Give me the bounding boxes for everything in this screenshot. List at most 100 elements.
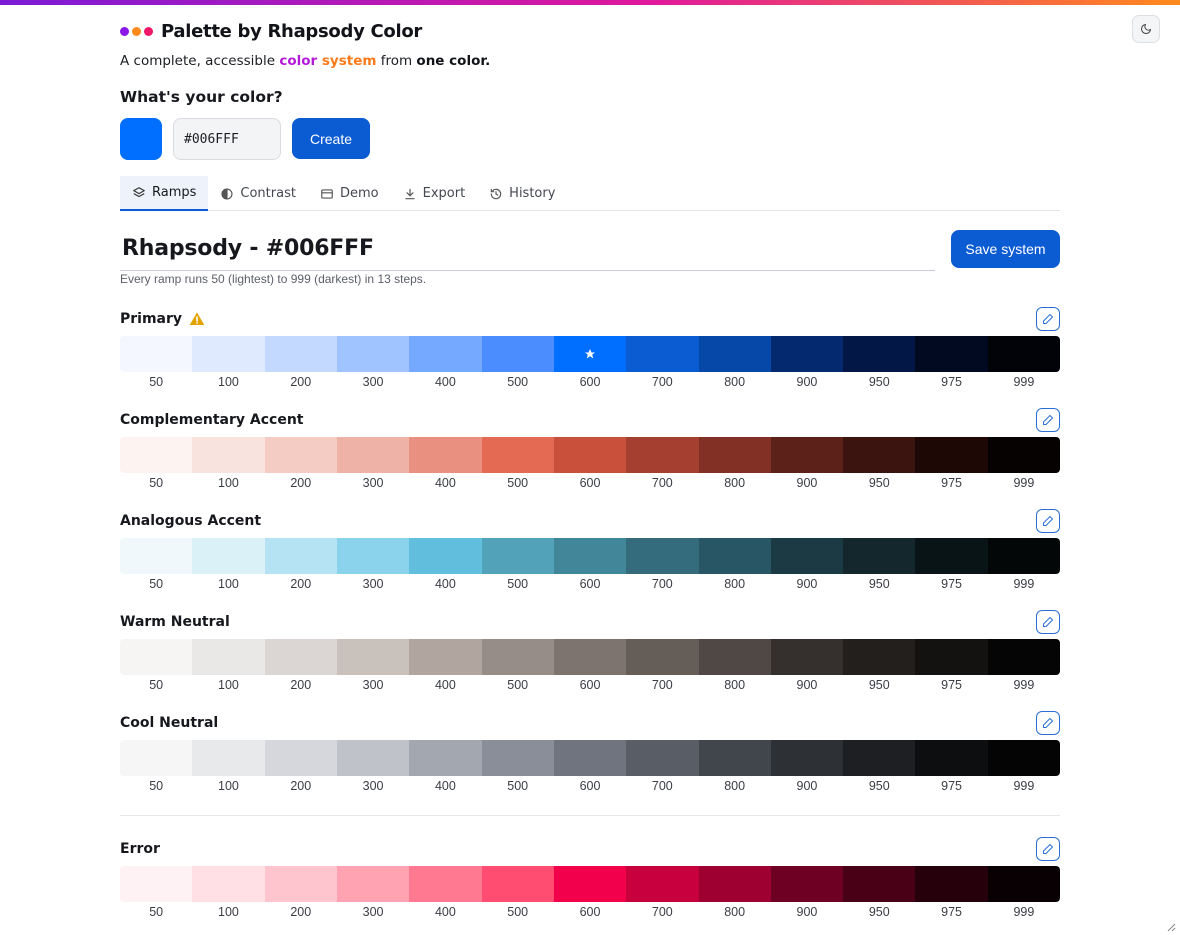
tab-history[interactable]: History (477, 176, 567, 211)
color-swatch-500[interactable] (481, 866, 554, 902)
color-swatch-500[interactable] (481, 437, 554, 473)
color-swatch-950[interactable] (843, 336, 916, 372)
color-swatch-800[interactable] (698, 538, 771, 574)
color-swatch-975[interactable] (915, 639, 988, 675)
color-swatch-950[interactable] (843, 538, 916, 574)
color-swatch-600[interactable] (553, 866, 627, 902)
edit-ramp-button[interactable] (1036, 408, 1060, 432)
color-swatch-900[interactable] (770, 866, 844, 902)
color-swatch-700[interactable] (626, 538, 699, 574)
tab-contrast[interactable]: Contrast (208, 176, 308, 211)
color-swatch-button[interactable] (120, 118, 162, 160)
color-swatch-200[interactable] (264, 740, 337, 776)
color-swatch-800[interactable] (698, 740, 771, 776)
color-swatch-600[interactable] (553, 639, 627, 675)
color-swatch-200[interactable] (264, 336, 337, 372)
color-swatch-50[interactable] (120, 538, 193, 574)
warning-icon[interactable] (189, 311, 205, 327)
color-swatch-975[interactable] (915, 866, 988, 902)
color-swatch-600[interactable] (553, 538, 627, 574)
color-swatch-999[interactable] (987, 639, 1060, 675)
brand[interactable]: Palette by Rhapsody Color (120, 19, 422, 43)
color-swatch-500[interactable] (481, 538, 554, 574)
color-swatch-700[interactable] (626, 336, 699, 372)
color-swatch-400[interactable] (409, 538, 482, 574)
hex-input[interactable] (173, 118, 281, 160)
color-swatch-950[interactable] (843, 437, 916, 473)
color-swatch-999[interactable] (987, 437, 1060, 473)
system-name[interactable]: Rhapsody - #006FFF (120, 230, 935, 268)
color-swatch-100[interactable] (192, 336, 265, 372)
color-swatch-500[interactable] (481, 740, 554, 776)
edit-ramp-button[interactable] (1036, 610, 1060, 634)
system-name-field[interactable]: Rhapsody - #006FFF (120, 230, 935, 271)
color-swatch-800[interactable] (698, 437, 771, 473)
color-swatch-50[interactable] (120, 639, 193, 675)
color-swatch-600[interactable] (553, 740, 627, 776)
theme-toggle-button[interactable] (1132, 15, 1160, 43)
color-swatch-50[interactable] (120, 740, 193, 776)
edit-ramp-button[interactable] (1036, 307, 1060, 331)
color-swatch-700[interactable] (626, 639, 699, 675)
edit-ramp-button[interactable] (1036, 509, 1060, 533)
color-swatch-950[interactable] (843, 740, 916, 776)
color-swatch-800[interactable] (698, 866, 771, 902)
color-swatch-999[interactable] (987, 538, 1060, 574)
color-swatch-200[interactable] (264, 538, 337, 574)
step-labels: 50 100 200 300 400 500 600 700 800 900 950 975 999 (120, 779, 1060, 793)
color-swatch-100[interactable] (192, 740, 265, 776)
color-swatch-975[interactable] (915, 740, 988, 776)
tab-export[interactable]: Export (391, 176, 478, 211)
color-swatch-300[interactable] (336, 538, 410, 574)
color-swatch-200[interactable] (264, 639, 337, 675)
color-swatch-700[interactable] (626, 437, 699, 473)
color-swatch-400[interactable] (409, 740, 482, 776)
color-swatch-600[interactable] (553, 336, 627, 372)
color-swatch-900[interactable] (770, 740, 844, 776)
color-swatch-500[interactable] (481, 639, 554, 675)
color-swatch-600[interactable] (553, 437, 627, 473)
color-swatch-975[interactable] (915, 538, 988, 574)
color-swatch-975[interactable] (915, 437, 988, 473)
color-swatch-900[interactable] (770, 639, 844, 675)
color-swatch-50[interactable] (120, 437, 193, 473)
color-swatch-700[interactable] (626, 866, 699, 902)
save-system-button[interactable]: Save system (951, 230, 1060, 268)
color-swatch-400[interactable] (409, 336, 482, 372)
color-swatch-100[interactable] (192, 538, 265, 574)
color-swatch-100[interactable] (192, 866, 265, 902)
color-swatch-300[interactable] (336, 866, 410, 902)
color-swatch-200[interactable] (264, 437, 337, 473)
color-swatch-950[interactable] (843, 866, 916, 902)
tab-ramps[interactable]: Ramps (120, 176, 209, 211)
color-swatch-300[interactable] (336, 740, 410, 776)
color-swatch-999[interactable] (987, 336, 1060, 372)
color-swatch-400[interactable] (409, 639, 482, 675)
color-swatch-50[interactable] (120, 866, 193, 902)
tab-demo[interactable]: Demo (308, 176, 391, 211)
color-swatch-100[interactable] (192, 639, 265, 675)
color-swatch-300[interactable] (336, 336, 410, 372)
edit-ramp-button[interactable] (1036, 837, 1060, 861)
color-swatch-500[interactable] (481, 336, 554, 372)
create-button[interactable]: Create (292, 118, 370, 159)
edit-ramp-button[interactable] (1036, 711, 1060, 735)
color-swatch-900[interactable] (770, 437, 844, 473)
color-swatch-900[interactable] (770, 336, 844, 372)
color-swatch-200[interactable] (264, 866, 337, 902)
color-swatch-700[interactable] (626, 740, 699, 776)
color-swatch-800[interactable] (698, 639, 771, 675)
color-swatch-50[interactable] (120, 336, 193, 372)
color-swatch-950[interactable] (843, 639, 916, 675)
color-swatch-800[interactable] (698, 336, 771, 372)
color-swatch-300[interactable] (336, 437, 410, 473)
color-swatch-300[interactable] (336, 639, 410, 675)
color-swatch-900[interactable] (770, 538, 844, 574)
color-swatch-999[interactable] (987, 866, 1060, 902)
color-swatch-999[interactable] (987, 740, 1060, 776)
color-swatch-400[interactable] (409, 866, 482, 902)
color-swatch-100[interactable] (192, 437, 265, 473)
resize-grip-icon[interactable] (1166, 922, 1176, 932)
color-swatch-400[interactable] (409, 437, 482, 473)
color-swatch-975[interactable] (915, 336, 988, 372)
